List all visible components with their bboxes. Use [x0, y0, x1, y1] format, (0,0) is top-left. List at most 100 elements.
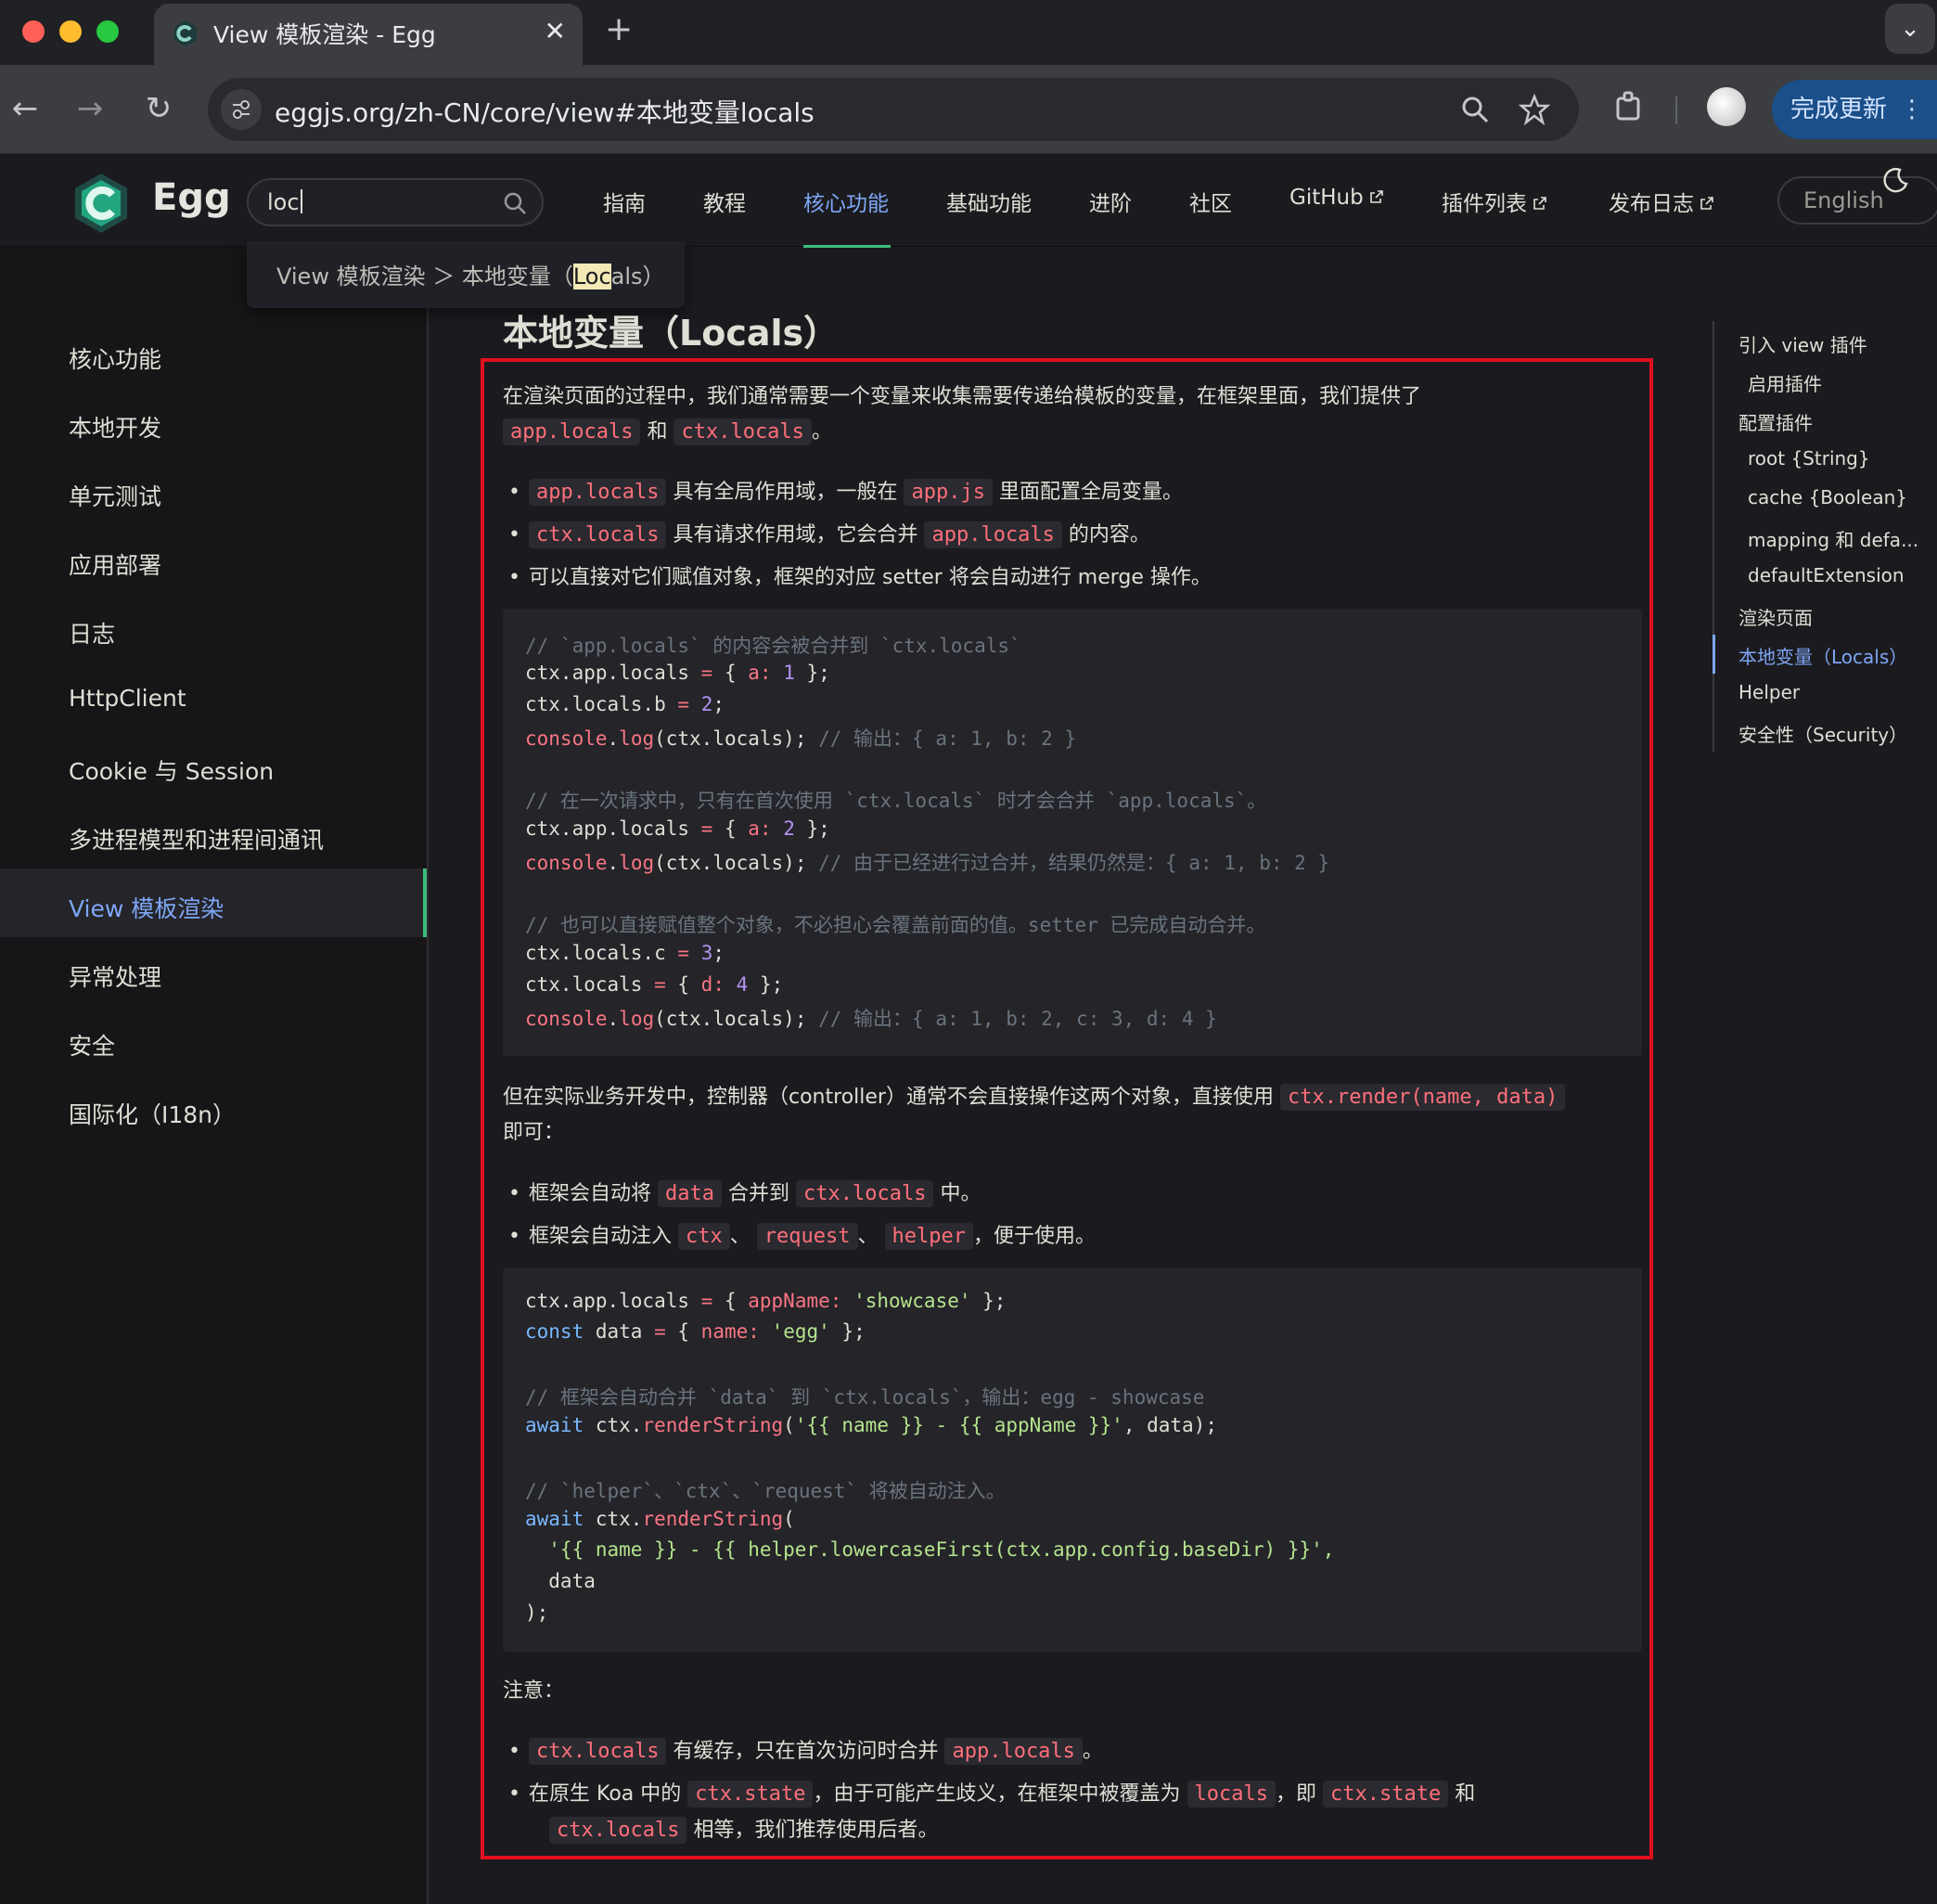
site-header: Egg loc 指南 教程 核心功能 基础功能 进阶 社区 GitHub 插件列…	[0, 154, 1937, 248]
forward-arrow-icon[interactable]: →	[67, 85, 113, 132]
outline-item[interactable]: 安全性（Security）	[1738, 720, 1907, 747]
list-item: ctx.locals 有缓存，只在首次访问时合并 app.locals。	[508, 1734, 1103, 1769]
inline-code: ctx.locals	[549, 1817, 687, 1844]
nav-core[interactable]: 核心功能	[803, 186, 889, 217]
nav-github-label: GitHub	[1289, 186, 1364, 210]
code-line: ctx.app.locals = { a: 2 };	[525, 817, 830, 840]
extensions-icon[interactable]	[1610, 89, 1648, 126]
inline-code: app.locals	[924, 521, 1062, 548]
minimize-window-button[interactable]	[59, 20, 82, 43]
list-item-text: 可以直接对它们赋值对象，框架的对应 setter 将会自动进行 merge 操作…	[529, 566, 1212, 589]
note-label: 注意：	[503, 1674, 564, 1709]
zoom-icon[interactable]	[1458, 93, 1492, 126]
more-menu-icon[interactable]: ⋮	[1900, 80, 1924, 139]
nav-guide[interactable]: 指南	[603, 186, 646, 217]
sidebar-item-deployment[interactable]: 应用部署	[69, 547, 161, 581]
update-label: 完成更新	[1790, 96, 1888, 123]
language-switcher[interactable]: English	[1777, 176, 1937, 225]
update-button[interactable]: 完成更新 ⋮	[1772, 80, 1937, 139]
site-info-icon[interactable]	[221, 89, 262, 130]
close-window-button[interactable]	[22, 20, 45, 43]
inline-code: ctx.state	[1323, 1781, 1449, 1808]
profile-avatar[interactable]	[1707, 87, 1746, 126]
back-arrow-icon[interactable]: ←	[2, 85, 48, 132]
search-input[interactable]: loc	[247, 178, 544, 226]
code-line: ctx.locals = { d: 4 };	[525, 973, 784, 996]
sidebar-item-logger[interactable]: 日志	[69, 616, 115, 650]
search-result-item[interactable]: View 模板渲染 ＞ 本地变量（Locals）	[276, 258, 665, 290]
inline-code: data	[658, 1180, 722, 1207]
code-line: // 框架会自动合并 `data` 到 `ctx.locals`，输出：egg …	[525, 1386, 1205, 1409]
address-bar[interactable]: eggjs.org/zh-CN/core/view#本地变量locals	[208, 78, 1579, 141]
nav-tutorials[interactable]: 教程	[703, 186, 746, 217]
outline-item[interactable]: mapping 和 defa...	[1748, 525, 1918, 552]
site-logo-text[interactable]: Egg	[152, 176, 231, 219]
outline-item[interactable]: 配置插件	[1738, 408, 1813, 435]
reload-icon[interactable]: ↻	[135, 85, 182, 132]
list-item-text: 相等，我们推荐使用后者。	[693, 1819, 939, 1842]
nav-changelog[interactable]: 发布日志	[1609, 186, 1714, 217]
sidebar-item-unittest[interactable]: 单元测试	[69, 479, 161, 512]
nav-advanced[interactable]: 进阶	[1089, 186, 1132, 217]
sidebar-item-cluster[interactable]: 多进程模型和进程间通讯	[69, 822, 324, 856]
search-icon[interactable]	[501, 189, 529, 217]
outline-item[interactable]: root {String}	[1748, 447, 1870, 470]
nav-github[interactable]: GitHub	[1289, 186, 1384, 210]
toolbar-divider	[1675, 96, 1677, 124]
paragraph-line2: 即可：	[503, 1115, 564, 1151]
code-line: ctx.app.locals = { appName: 'showcase' }…	[525, 1290, 1007, 1312]
bookmark-star-icon[interactable]	[1518, 93, 1551, 126]
code-line: // 也可以直接赋值整个对象，不必担心会覆盖前面的值。setter 已完成自动合…	[525, 914, 1266, 936]
list-item-text: 具有请求作用域，它会合并	[673, 523, 918, 547]
paragraph-text: 即可：	[503, 1121, 565, 1144]
code-line: // `app.locals` 的内容会被合并到 `ctx.locals`	[525, 635, 1021, 657]
inline-code: ctx.locals	[796, 1180, 934, 1207]
nav-basics[interactable]: 基础功能	[946, 186, 1032, 217]
sidebar-item-core[interactable]: 核心功能	[69, 341, 161, 375]
list-item-continuation: ctx.locals 相等，我们推荐使用后者。	[549, 1813, 938, 1848]
outline-item[interactable]: defaultExtension	[1748, 564, 1905, 586]
list-item: 框架会自动注入 ctx、 request、 helper，便于使用。	[508, 1219, 1096, 1254]
maximize-window-button[interactable]	[96, 20, 119, 43]
browser-tab[interactable]: View 模板渲染 - Egg ✕	[154, 4, 583, 65]
inline-code: ctx.locals	[529, 521, 667, 548]
sidebar-item-local-dev[interactable]: 本地开发	[69, 410, 161, 444]
outline-item[interactable]: Helper	[1738, 681, 1800, 703]
code-line: console.log(ctx.locals); // 由于已经进行过合并，结果…	[525, 852, 1330, 874]
code-line: ctx.locals.c = 3;	[525, 942, 725, 964]
code-line: const data = { name: 'egg' };	[525, 1320, 866, 1343]
tab-search-button[interactable]: ⌄	[1885, 4, 1935, 54]
list-item-text: 框架会自动将	[529, 1182, 652, 1205]
inline-code: ctx.state	[687, 1781, 814, 1808]
dark-mode-toggle-icon[interactable]	[1881, 165, 1911, 195]
outline-rail	[1713, 321, 1714, 752]
sidebar-item-security[interactable]: 安全	[69, 1028, 115, 1061]
sidebar-item-i18n[interactable]: 国际化（I18n）	[69, 1097, 236, 1130]
egg-favicon-icon	[174, 20, 197, 46]
close-tab-icon[interactable]: ✕	[545, 15, 566, 48]
browser-toolbar: ← → ↻ eggjs.org/zh-CN/core/view#本地变量loca…	[0, 65, 1937, 154]
sidebar-item-view[interactable]: View 模板渲染	[69, 891, 224, 924]
outline-item[interactable]: cache {Boolean}	[1748, 486, 1907, 508]
outline-item-active[interactable]: 本地变量（Locals）	[1738, 642, 1907, 669]
outline-item[interactable]: 启用插件	[1748, 369, 1822, 396]
nav-plugins[interactable]: 插件列表	[1442, 186, 1547, 217]
sidebar-item-error[interactable]: 异常处理	[69, 959, 161, 993]
new-tab-button[interactable]: +	[605, 9, 633, 50]
code-block: // `app.locals` 的内容会被合并到 `ctx.locals` ct…	[503, 609, 1642, 1056]
browser-tab-bar: View 模板渲染 - Egg ✕ + ⌄	[0, 0, 1937, 65]
code-line: await ctx.renderString('{{ name }} - {{ …	[525, 1414, 1217, 1436]
list-item-text: ，即	[1275, 1782, 1316, 1806]
sidebar-item-cookie-session[interactable]: Cookie 与 Session	[69, 753, 274, 787]
outline-item[interactable]: 渲染页面	[1738, 603, 1813, 630]
list-item: 框架会自动将 data 合并到 ctx.locals 中。	[508, 1177, 981, 1212]
search-result-match: Loc	[572, 264, 611, 289]
sidebar-item-httpclient[interactable]: HttpClient	[69, 685, 186, 712]
nav-community[interactable]: 社区	[1189, 186, 1232, 217]
egg-logo-icon[interactable]	[69, 171, 134, 236]
inline-code: app.js	[904, 479, 993, 506]
outline-item[interactable]: 引入 view 插件	[1738, 330, 1867, 357]
nav-plugins-label: 插件列表	[1442, 192, 1527, 216]
code-line: data	[525, 1570, 596, 1592]
inline-code: request	[756, 1223, 858, 1250]
